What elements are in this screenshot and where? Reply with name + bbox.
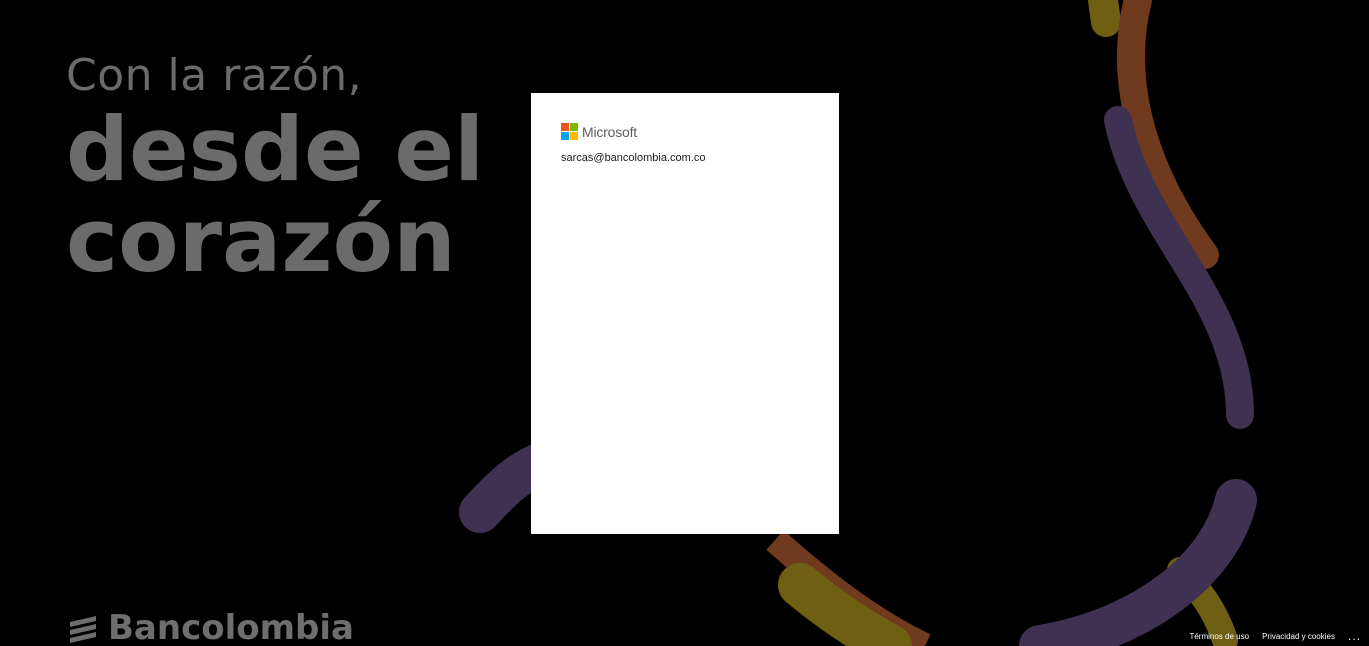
privacy-link[interactable]: Privacidad y cookies <box>1262 632 1335 641</box>
footer: Términos de uso Privacidad y cookies ... <box>1189 626 1369 646</box>
swoosh-purple-right <box>1104 106 1254 429</box>
swoosh-olive-top <box>1088 0 1121 37</box>
bancolombia-logo: Bancolombia <box>66 608 354 646</box>
terms-link[interactable]: Términos de uso <box>1189 632 1249 641</box>
bancolombia-logo-icon <box>70 616 96 643</box>
ellipsis-icon[interactable]: ... <box>1348 630 1361 642</box>
microsoft-logo: Microsoft <box>561 123 637 140</box>
tagline-line-1: Con la razón, <box>66 50 363 101</box>
tagline-line-3: corazón <box>66 189 456 292</box>
tagline-line-2: desde el <box>66 98 485 201</box>
sign-in-card: Microsoft sarcas@bancolombia.com.co <box>531 93 839 534</box>
swoosh-olive-bottom <box>778 563 912 646</box>
provider-name: Microsoft <box>582 123 637 140</box>
brand-name: Bancolombia <box>108 608 354 646</box>
sign-in-page: Con la razón, desde el corazón Bancolomb… <box>0 0 1369 646</box>
microsoft-logo-icon <box>561 123 578 140</box>
account-identity[interactable]: sarcas@bancolombia.com.co <box>561 152 705 164</box>
